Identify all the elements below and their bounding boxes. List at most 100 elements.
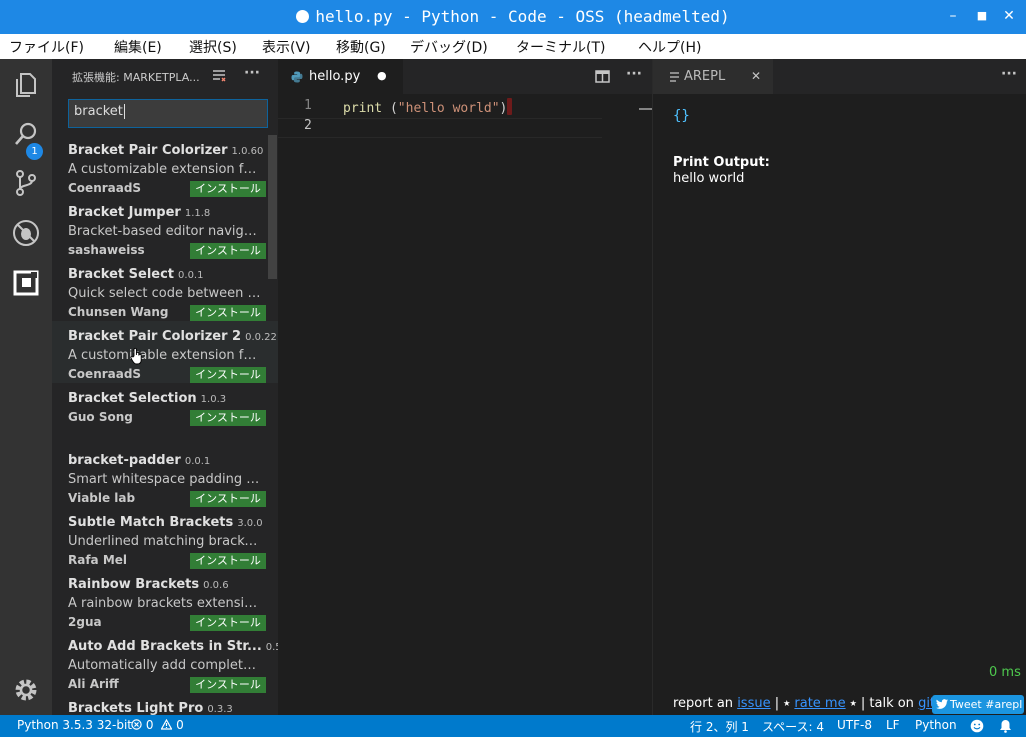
error-count: 0	[145, 718, 154, 732]
install-button[interactable]: インストール	[190, 181, 266, 197]
editor-more-button[interactable]: ···	[626, 66, 642, 82]
tab-arepl[interactable]: AREPL ✕	[653, 59, 773, 94]
install-button[interactable]: インストール	[190, 410, 266, 426]
footer-text: | ⭑	[770, 696, 795, 711]
extension-item[interactable]: Brackets Light Pro 0.3.3	[52, 693, 278, 715]
dirty-indicator[interactable]: ●	[377, 69, 387, 82]
extension-item[interactable]: Bracket Jumper 1.1.8 Bracket-based editor…	[52, 197, 278, 259]
install-button[interactable]: インストール	[190, 553, 266, 569]
extension-name: Bracket Jumper	[68, 205, 181, 220]
sidebar-scrollbar[interactable]	[268, 135, 277, 279]
scroll-marker	[639, 108, 652, 110]
python-interpreter[interactable]: Python 3.5.3 32-bit	[17, 718, 132, 732]
clear-extensions-icon[interactable]	[212, 69, 226, 83]
code-keyword: print	[343, 101, 383, 116]
extensions-sidebar: 拡張機能: MARKETPLA... ··· bracket Bracket P…	[52, 59, 278, 715]
extension-description: A rainbow brackets extension for VS Code	[68, 596, 264, 611]
footer-text: report an	[673, 696, 734, 711]
status-bar: Python 3.5.3 32-bit 0 0 行 2、列 1 スペース: 4 …	[0, 715, 1026, 737]
rate-me-link[interactable]: rate me	[794, 696, 845, 711]
install-button[interactable]: インストール	[190, 677, 266, 693]
tweet-button[interactable]: Tweet #arepl	[932, 695, 1024, 714]
issue-link[interactable]: issue	[737, 696, 770, 711]
warning-count: 0	[176, 718, 184, 732]
extension-name: Bracket Pair Colorizer	[68, 143, 228, 158]
extension-item[interactable]: Auto Add Brackets in Str...0.5.0 Automat…	[52, 631, 278, 693]
print-output-value: hello world	[673, 171, 745, 186]
extension-description: Underlined matching brackets and more	[68, 534, 264, 549]
install-button[interactable]: インストール	[190, 491, 266, 507]
extension-item[interactable]: Bracket Pair Colorizer 1.0.60 A customiza…	[52, 135, 278, 197]
debug-icon[interactable]	[12, 219, 40, 247]
extension-version: 0.3.3	[207, 704, 233, 715]
extension-version: 0.0.1	[178, 270, 204, 281]
extension-author: sashaweiss	[68, 243, 145, 257]
extension-item[interactable]: Bracket Selection 1.0.3 Guo Song インストール	[52, 383, 278, 445]
extensions-icon[interactable]	[12, 269, 40, 297]
install-button[interactable]: インストール	[190, 243, 266, 259]
menu-debug[interactable]: デバッグ(D)	[410, 37, 488, 57]
line-number: 2	[304, 118, 312, 133]
arepl-footer: report an issue | ⭑ rate me ⭑ | talk on …	[673, 696, 962, 711]
unsaved-dot-icon	[296, 10, 310, 23]
menu-help[interactable]: ヘルプ(H)	[638, 37, 701, 57]
window-title: hello.py - Python - Code - OSS (headmelt…	[0, 7, 1026, 26]
python-file-icon	[291, 71, 303, 83]
menu-view[interactable]: 表示(V)	[262, 37, 311, 57]
install-button[interactable]: インストール	[190, 305, 266, 321]
menu-go[interactable]: 移動(G)	[336, 37, 386, 57]
editor-group: hello.py ● ··· 1 2 print ("hello world")	[278, 59, 652, 715]
extension-author: CoenraadS	[68, 181, 142, 195]
extension-item[interactable]: Subtle Match Brackets 3.0.0 Underlined ma…	[52, 507, 278, 569]
search-value: bracket	[74, 104, 123, 119]
extension-name: bracket-padder	[68, 453, 181, 468]
tab-hello-py[interactable]: hello.py ●	[278, 59, 403, 94]
sidebar-more-button[interactable]: ···	[244, 65, 260, 81]
cursor-position[interactable]: 行 2、列 1	[690, 718, 749, 735]
language-mode[interactable]: Python	[915, 718, 957, 732]
current-line-highlight	[278, 118, 602, 138]
extension-version: 0.0.1	[184, 456, 211, 467]
editor-tabs: hello.py ● ···	[278, 59, 652, 94]
panel-more-button[interactable]: ···	[1001, 66, 1017, 82]
hand-cursor-icon	[130, 347, 142, 365]
install-button[interactable]: インストール	[190, 615, 266, 631]
source-control-icon[interactable]	[12, 169, 40, 197]
extension-name: Bracket Selection	[68, 391, 197, 406]
warning-icon	[160, 718, 173, 730]
extension-item[interactable]: bracket-padder 0.0.1 Smart whitespace pad…	[52, 445, 278, 507]
extension-search-input[interactable]: bracket	[68, 99, 268, 128]
extension-author: Viable lab	[68, 491, 136, 505]
error-squiggle	[507, 98, 513, 115]
close-tab-button[interactable]: ✕	[751, 69, 761, 83]
close-window-button[interactable]: ✕	[1001, 8, 1017, 24]
menu-selection[interactable]: 選択(S)	[189, 37, 237, 57]
window-title-text: hello.py - Python - Code - OSS (headmelt…	[315, 7, 730, 26]
feedback-smiley-icon[interactable]	[970, 719, 984, 733]
explorer-icon[interactable]	[12, 71, 40, 99]
error-icon	[131, 719, 142, 730]
menu-file[interactable]: ファイル(F)	[9, 37, 84, 57]
settings-gear-icon[interactable]	[12, 676, 40, 704]
end-of-line[interactable]: LF	[886, 718, 900, 732]
extension-item[interactable]: Bracket Select 0.0.1 Quick select code be…	[52, 259, 278, 321]
extension-version: 3.0.0	[237, 518, 263, 529]
maximize-button[interactable]: ■	[974, 8, 990, 24]
install-button[interactable]: インストール	[190, 367, 266, 383]
extension-item[interactable]: Bracket Pair Colorizer 2 0.0.22 A customi…	[52, 321, 278, 383]
extension-item[interactable]: Rainbow Brackets 0.0.6 A rainbow brackets…	[52, 569, 278, 631]
panel-tabs: AREPL ✕ ···	[653, 59, 1026, 94]
extension-version: 0.0.6	[203, 580, 229, 591]
indentation[interactable]: スペース: 4	[762, 718, 824, 735]
notifications-bell-icon[interactable]	[999, 719, 1012, 733]
menu-terminal[interactable]: ターミナル(T)	[516, 37, 605, 57]
extension-description: A customizable extension for colorizing …	[68, 348, 264, 363]
split-editor-icon[interactable]	[595, 70, 610, 83]
extension-description: Automatically add complete brackets	[68, 658, 264, 673]
minimize-button[interactable]: –	[945, 8, 961, 24]
menu-edit[interactable]: 編集(E)	[114, 37, 162, 57]
encoding[interactable]: UTF-8	[837, 718, 872, 732]
problems-indicator[interactable]: 0 0	[131, 718, 184, 732]
twitter-bird-icon	[936, 699, 948, 709]
extension-author: Rafa Mel	[68, 553, 128, 567]
